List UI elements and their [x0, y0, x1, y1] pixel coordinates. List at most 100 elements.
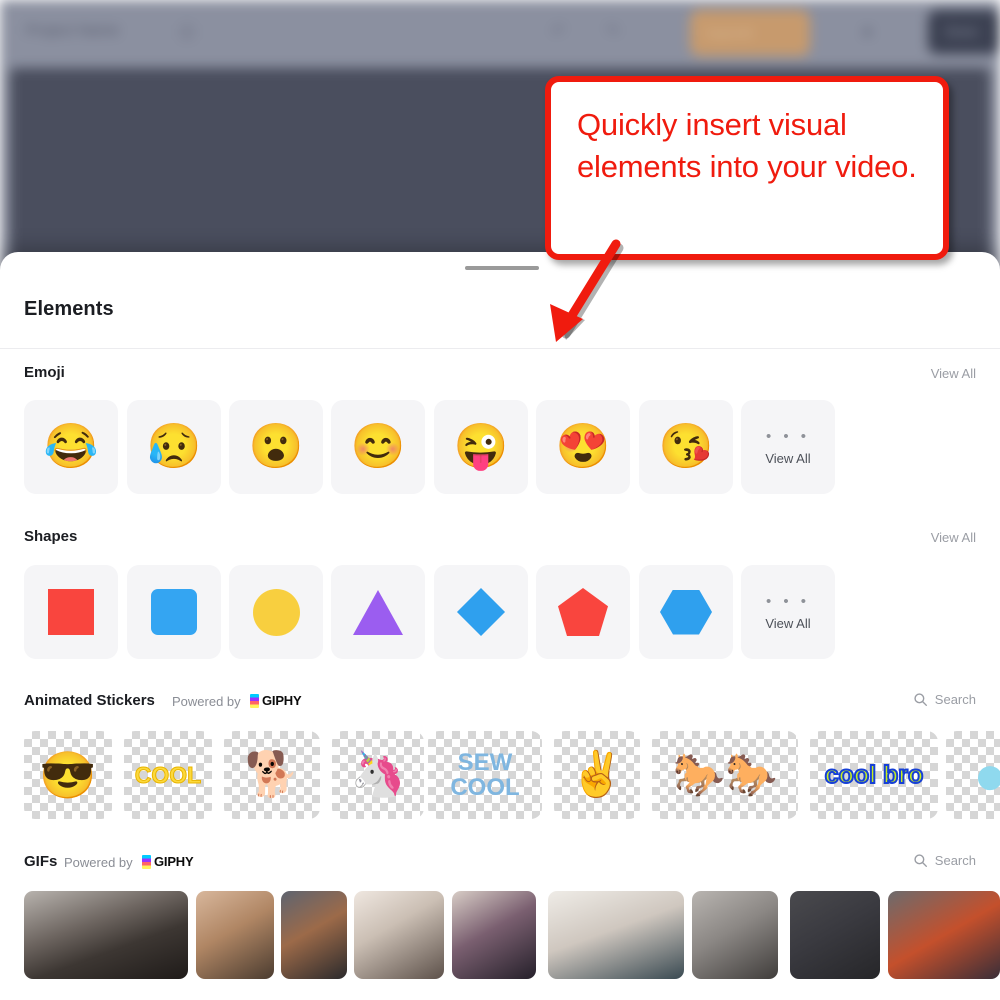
- sticker-dog-sunglasses-art: 🐕: [244, 750, 300, 799]
- emoji-tile-row: 😂 😥 😮 😊 😜 😍 😘 • • • View All: [0, 400, 1000, 494]
- sticker-tile-cyan-circle[interactable]: ●: [946, 731, 1000, 819]
- sheet-divider: [0, 348, 1000, 349]
- animated-stickers-section-header: Animated Stickers Powered by GIPHY Searc…: [0, 692, 1000, 718]
- gif-tile-girl-purple-light[interactable]: [452, 891, 536, 979]
- sticker-cool-text-art: COOL: [134, 761, 202, 788]
- elements-panel-screen: Project Name ◫ ↶ ↷ Upgrade ▲ Done Elemen…: [0, 0, 1000, 1000]
- emoji-view-all-link[interactable]: View All: [931, 366, 976, 381]
- animated-stickers-row: 😎 COOL 🐕 🦄 SEW COOL ✌ 🐎🐎 cool bro ●: [0, 731, 1000, 819]
- emoji-tile-sad-but-relieved-face[interactable]: 😥: [127, 400, 221, 494]
- square-shape-icon: [48, 589, 94, 635]
- diamond-shape-icon: [456, 587, 506, 637]
- pentagon-shape-icon: [558, 588, 608, 636]
- emoji-tile-smiling-face-with-heart-eyes[interactable]: 😍: [536, 400, 630, 494]
- shapes-section-header: Shapes View All: [0, 528, 1000, 554]
- giphy-logo: GIPHY: [142, 854, 194, 869]
- emoji-view-all-tile-label: View All: [765, 450, 811, 466]
- sticker-cyan-circle-art: ●: [973, 743, 1000, 806]
- shapes-view-all-tile-label: View All: [765, 615, 811, 631]
- gif-thumbnail: [196, 891, 274, 979]
- shape-tile-triangle[interactable]: [331, 565, 425, 659]
- sheet-drag-handle[interactable]: [465, 266, 539, 270]
- emoji-tile-face-blowing-a-kiss[interactable]: 😘: [639, 400, 733, 494]
- gifs-row: [0, 891, 1000, 979]
- emoji-section-title: Emoji: [24, 364, 65, 381]
- gifs-search-button[interactable]: Search: [913, 853, 976, 868]
- sticker-tile-ponies-sunglasses[interactable]: 🐎🐎: [652, 731, 798, 819]
- face-with-tears-of-joy-icon: 😂: [43, 422, 99, 471]
- folder-icon[interactable]: ◫: [180, 22, 194, 40]
- gifs-section-header: GIFs Powered by GIPHY Search: [0, 853, 1000, 879]
- animated-stickers-search-button[interactable]: Search: [913, 692, 976, 707]
- shape-tile-rounded-square[interactable]: [127, 565, 221, 659]
- upgrade-button-label: Upgrade: [704, 25, 754, 40]
- emoji-section-header: Emoji View All: [0, 364, 1000, 390]
- sticker-tile-unicorn-cool-banner[interactable]: 🦄: [332, 731, 424, 819]
- sticker-tile-peace-hand[interactable]: ✌: [554, 731, 640, 819]
- shapes-view-all-link[interactable]: View All: [931, 530, 976, 545]
- gif-tile-lightsaber-fight[interactable]: [790, 891, 880, 979]
- smiling-face-with-smiling-eyes-icon: 😊: [350, 422, 406, 471]
- gif-tile-man-in-room[interactable]: [354, 891, 444, 979]
- face-blowing-a-kiss-icon: 😘: [658, 422, 714, 471]
- sticker-tile-cool-bro-text[interactable]: cool bro: [810, 731, 938, 819]
- undo-icon[interactable]: ↶: [552, 22, 565, 40]
- sticker-cool-bro-text-art: cool bro: [824, 760, 925, 790]
- sticker-tile-cool-text[interactable]: COOL: [124, 731, 212, 819]
- gif-thumbnail: [452, 891, 536, 979]
- search-icon: [913, 853, 928, 868]
- gifs-search-label: Search: [934, 853, 976, 868]
- page-title: Elements: [24, 298, 114, 320]
- sad-but-relieved-face-icon: 😥: [146, 422, 202, 471]
- triangle-shape-icon: [353, 589, 403, 635]
- emoji-tile-face-with-tears-of-joy[interactable]: 😂: [24, 400, 118, 494]
- shapes-section-title: Shapes: [24, 528, 78, 545]
- animated-stickers-section-title: Animated Stickers: [24, 692, 155, 709]
- gif-thumbnail: [24, 891, 188, 979]
- gif-thumbnail: [888, 891, 1000, 979]
- ellipsis-icon: • • •: [765, 427, 811, 445]
- gif-tile-man-turning-head[interactable]: [24, 891, 188, 979]
- gif-thumbnail: [790, 891, 880, 979]
- emoji-tile-smiling-face-with-smiling-eyes[interactable]: 😊: [331, 400, 425, 494]
- upgrade-button[interactable]: Upgrade: [690, 10, 810, 56]
- shape-tile-diamond[interactable]: [434, 565, 528, 659]
- gif-tile-person-on-street[interactable]: [692, 891, 778, 979]
- shape-tile-square[interactable]: [24, 565, 118, 659]
- gif-tile-man-eyes-closed[interactable]: [196, 891, 274, 979]
- sticker-cool-sunglasses-emoji-art: 😎: [39, 749, 97, 801]
- sticker-sew-cool-text-art: SEW COOL: [450, 748, 520, 801]
- giphy-wordmark: GIPHY: [262, 693, 302, 708]
- hexagon-shape-icon: [660, 589, 712, 635]
- gif-tile-spiderman-cartoon[interactable]: [888, 891, 1000, 979]
- giphy-mark-icon: [142, 854, 151, 869]
- shapes-view-all-tile[interactable]: • • • View All: [741, 565, 835, 659]
- emoji-tile-face-with-open-mouth[interactable]: 😮: [229, 400, 323, 494]
- gif-tile-puppet-monkey[interactable]: [281, 891, 347, 979]
- redo-icon[interactable]: ↷: [606, 22, 619, 40]
- sticker-tile-cool-sunglasses-emoji[interactable]: 😎: [24, 731, 112, 819]
- done-button[interactable]: Done: [928, 10, 1000, 54]
- gifs-powered-by-label: Powered by: [64, 855, 133, 870]
- sticker-tile-sew-cool-text[interactable]: SEW COOL: [428, 731, 542, 819]
- shape-tile-circle[interactable]: [229, 565, 323, 659]
- sticker-tile-dog-sunglasses[interactable]: 🐕: [224, 731, 320, 819]
- animated-stickers-search-label: Search: [934, 692, 976, 707]
- share-icon[interactable]: ▲: [860, 22, 875, 39]
- gif-thumbnail: [692, 891, 778, 979]
- emoji-tile-winking-face-with-tongue[interactable]: 😜: [434, 400, 528, 494]
- tooltip-callout-text: Quickly insert visual elements into your…: [577, 107, 917, 184]
- editor-toolbar: Project Name ◫ ↶ ↷ Upgrade ▲ Done: [0, 0, 1000, 68]
- gif-thumbnail: [354, 891, 444, 979]
- shape-tile-hexagon[interactable]: [639, 565, 733, 659]
- animated-stickers-powered-by-label: Powered by: [172, 694, 241, 709]
- circle-shape-icon: [252, 588, 300, 636]
- smiling-face-with-heart-eyes-icon: 😍: [555, 422, 611, 471]
- ellipsis-icon: • • •: [765, 592, 811, 610]
- sticker-ponies-sunglasses-art: 🐎🐎: [672, 751, 778, 798]
- done-button-label: Done: [946, 24, 978, 39]
- gif-tile-white-cat[interactable]: [548, 891, 684, 979]
- shape-tile-pentagon[interactable]: [536, 565, 630, 659]
- gifs-section-title: GIFs: [24, 853, 58, 870]
- emoji-view-all-tile[interactable]: • • • View All: [741, 400, 835, 494]
